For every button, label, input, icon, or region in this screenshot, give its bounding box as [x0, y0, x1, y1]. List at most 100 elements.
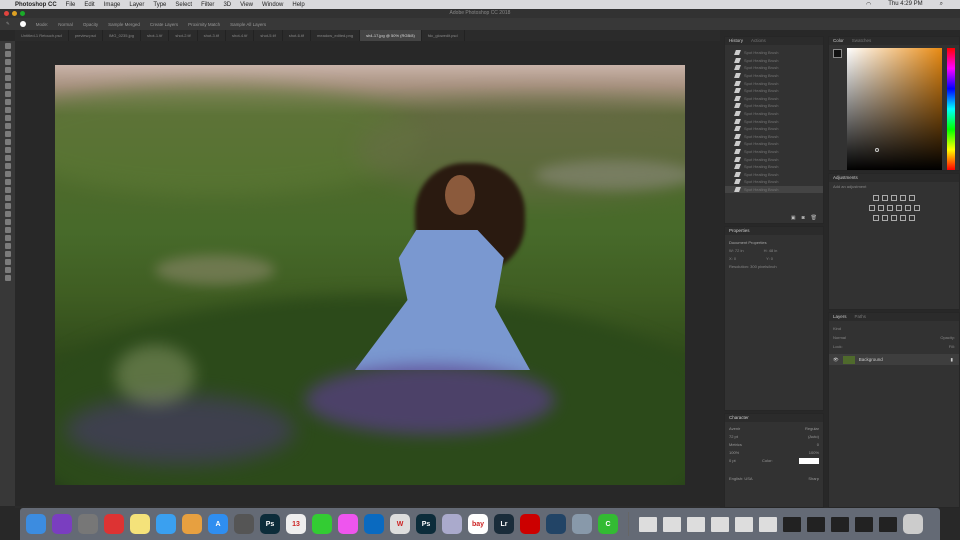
dock-trash-icon[interactable]	[903, 514, 923, 534]
tab-swatches[interactable]: Swatches	[852, 37, 872, 45]
new-document-from-state-icon[interactable]: ▣	[791, 215, 796, 221]
tool-icon[interactable]	[4, 203, 11, 209]
tab-actions[interactable]: Actions	[751, 37, 766, 45]
tool-icon[interactable]	[4, 115, 11, 121]
history-state[interactable]: Spot Healing Brush	[725, 185, 823, 194]
horizontal-scale-field[interactable]: 100%	[809, 449, 819, 457]
history-state[interactable]: Spot Healing Brush	[725, 57, 823, 65]
menu-window[interactable]: Window	[262, 2, 283, 8]
dock-image-capture-icon[interactable]	[572, 514, 592, 534]
history-state[interactable]: Spot Healing Brush	[725, 49, 823, 57]
tool-icon[interactable]	[4, 91, 11, 97]
language-select[interactable]: English: USA	[729, 475, 753, 483]
tab-color[interactable]: Color	[833, 37, 844, 45]
tab-paths[interactable]: Paths	[855, 313, 867, 321]
dock-minimized-window[interactable]	[783, 516, 801, 532]
dock-minimized-window[interactable]	[735, 516, 753, 532]
tool-icon[interactable]	[4, 107, 11, 113]
dock-system-preferences-icon[interactable]	[234, 514, 254, 534]
adjustment-icon[interactable]	[909, 215, 915, 221]
tool-icon[interactable]	[4, 123, 11, 129]
brush-preview[interactable]	[19, 21, 26, 27]
leading-field[interactable]: (Auto)	[808, 433, 819, 441]
history-state[interactable]: Spot Healing Brush	[725, 178, 823, 186]
dock-messages-icon[interactable]	[156, 514, 176, 534]
tool-icon[interactable]	[4, 131, 11, 137]
tool-icon[interactable]	[4, 171, 11, 177]
tool-icon[interactable]	[4, 211, 11, 217]
adjustment-icon[interactable]	[877, 205, 884, 211]
history-state[interactable]: Spot Healing Brush	[725, 140, 823, 148]
foreground-background-swatch[interactable]	[833, 49, 842, 58]
history-state[interactable]: Spot Healing Brush	[725, 155, 823, 163]
tool-icon[interactable]	[4, 163, 11, 169]
sample-all-layers[interactable]: Sample All Layers	[230, 22, 266, 27]
document-tab[interactable]: IMG_0235.jpg	[103, 30, 141, 41]
tab-layers[interactable]: Layers	[833, 313, 847, 321]
zoom-button[interactable]	[20, 11, 25, 16]
tool-icon[interactable]	[4, 235, 11, 241]
canvas-area[interactable]	[15, 41, 720, 506]
tool-icon[interactable]	[4, 59, 11, 65]
tool-icon[interactable]	[4, 67, 11, 73]
adjustment-icon[interactable]	[886, 205, 893, 211]
color-field[interactable]	[847, 48, 942, 170]
text-color-swatch[interactable]	[799, 458, 819, 464]
dock-lightroom-icon[interactable]: Lr	[494, 514, 514, 534]
lock-icon[interactable]: ▮	[951, 357, 953, 363]
dock-notes-icon[interactable]	[130, 514, 150, 534]
document-tab[interactable]: Untitled-1 Retouch.psd	[15, 30, 69, 41]
dock-minimized-window[interactable]	[831, 516, 849, 532]
history-state[interactable]: Spot Healing Brush	[725, 64, 823, 72]
layer-name[interactable]: Background	[859, 357, 883, 362]
history-state[interactable]: Spot Healing Brush	[725, 102, 823, 110]
adjustment-icon[interactable]	[873, 215, 879, 221]
document-tab[interactable]: shot-1.tif	[141, 30, 170, 41]
dock-siri-icon[interactable]	[52, 514, 72, 534]
tool-icon[interactable]	[4, 99, 11, 105]
menu-filter[interactable]: Filter	[201, 2, 214, 8]
dock-quicktime-icon[interactable]	[546, 514, 566, 534]
menu-help[interactable]: Help	[292, 2, 304, 8]
adjustment-icon[interactable]	[873, 195, 879, 201]
history-state[interactable]: Spot Healing Brush	[725, 87, 823, 95]
dock-minimized-window[interactable]	[879, 516, 897, 532]
tool-icon[interactable]	[4, 83, 11, 89]
width-field[interactable]: W: 72 in	[729, 247, 744, 255]
y-field[interactable]: Y: 0	[766, 255, 773, 263]
tool-icon[interactable]	[4, 243, 11, 249]
document-image[interactable]	[55, 65, 685, 485]
menu-layer[interactable]: Layer	[129, 2, 144, 8]
menu-image[interactable]: Image	[104, 2, 121, 8]
tool-icon[interactable]	[4, 275, 11, 281]
menu-view[interactable]: View	[240, 2, 253, 8]
x-field[interactable]: X: 0	[729, 255, 736, 263]
adjustment-icon[interactable]	[882, 215, 888, 221]
dock-minimized-window[interactable]	[639, 516, 657, 532]
tool-icon[interactable]	[4, 147, 11, 153]
adjustment-icon[interactable]	[904, 205, 911, 211]
trash-icon[interactable]: 🗑	[811, 215, 817, 221]
tool-icon[interactable]	[4, 51, 11, 57]
close-button[interactable]	[4, 11, 9, 16]
antialias-select[interactable]: Sharp	[808, 475, 819, 483]
font-style-select[interactable]: Regular	[805, 425, 819, 433]
history-state[interactable]: Spot Healing Brush	[725, 163, 823, 171]
history-state[interactable]: Spot Healing Brush	[725, 110, 823, 118]
menu-type[interactable]: Type	[153, 2, 166, 8]
adjustment-icon[interactable]	[891, 215, 897, 221]
vertical-scale-field[interactable]: 100%	[729, 449, 739, 457]
kerning-field[interactable]: Metrics	[729, 441, 742, 449]
dock-photos-icon[interactable]	[182, 514, 202, 534]
eye-icon[interactable]: 👁	[833, 357, 839, 363]
minimize-button[interactable]	[12, 11, 17, 16]
history-state[interactable]: Spot Healing Brush	[725, 125, 823, 133]
dock-minimized-window[interactable]	[807, 516, 825, 532]
font-family-select[interactable]: Avenir	[729, 425, 740, 433]
document-tab[interactable]: fdc_glowedit.psd	[422, 30, 465, 41]
dock-photoshop-icon[interactable]: Ps	[260, 514, 280, 534]
adjustment-icon[interactable]	[913, 205, 920, 211]
menu-select[interactable]: Select	[175, 2, 192, 8]
document-tab[interactable]: meadow_edited.png	[311, 30, 361, 41]
wifi-icon[interactable]: ◠	[866, 1, 871, 8]
